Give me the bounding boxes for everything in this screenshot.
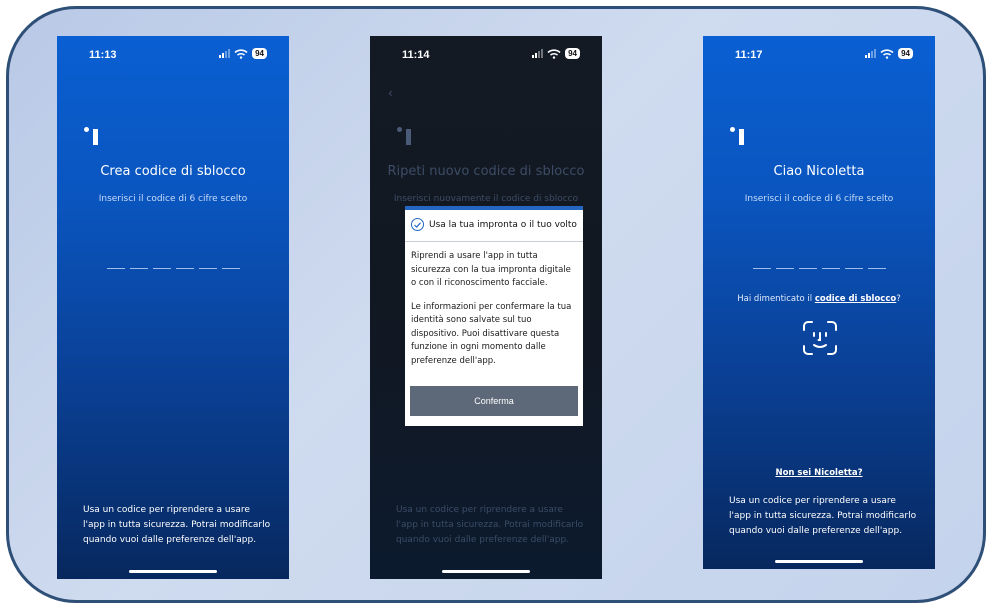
divider <box>405 241 583 242</box>
signal-icon <box>219 49 231 58</box>
page-title: Ciao Nicoletta <box>773 164 865 179</box>
modal-paragraph: Riprendi a usare l'app in tutta sicurezz… <box>411 251 571 288</box>
phone-screen-repeat-code: 11:14 94 ‹ Ripeti nuovo codice di sblocc… <box>370 36 602 579</box>
phone-screen-create-code: 11:13 94 Crea codice di sblocco Inserisc… <box>57 36 289 579</box>
pin-digit <box>752 268 771 269</box>
battery-icon: 94 <box>898 48 913 59</box>
wifi-icon <box>234 48 248 59</box>
biometric-modal: Usa la tua impronta o il tuo volto Ripre… <box>405 206 583 426</box>
pin-digit <box>152 268 171 269</box>
page-subtitle: Inserisci il codice di 6 cifre scelto <box>744 194 894 204</box>
pin-digit <box>798 268 817 269</box>
pin-digit <box>175 268 194 269</box>
info-text: Usa un codice per riprendere a usare l'a… <box>396 505 584 545</box>
status-icons: 94 <box>532 48 580 59</box>
status-bar: 11:17 94 <box>703 47 935 63</box>
not-you-link[interactable]: Non sei Nicoletta? <box>703 468 935 478</box>
modal-title: Usa la tua impronta o il tuo volto <box>429 219 577 230</box>
pin-digit <box>844 268 863 269</box>
confirm-button[interactable]: Conferma <box>410 386 578 416</box>
app-logo-icon <box>84 126 106 148</box>
page-title: Ripeti nuovo codice di sblocco <box>387 164 585 179</box>
battery-icon: 94 <box>252 48 267 59</box>
pin-digit <box>821 268 840 269</box>
pin-digit <box>129 268 148 269</box>
modal-paragraph: Le informazioni per confermare la tua id… <box>411 301 572 366</box>
pin-input[interactable] <box>57 268 289 269</box>
pin-digit <box>198 268 217 269</box>
home-indicator[interactable] <box>775 560 863 563</box>
status-time: 11:13 <box>89 49 117 61</box>
pin-digit <box>867 268 886 269</box>
app-logo-icon <box>397 126 419 148</box>
status-time: 11:17 <box>735 49 763 61</box>
app-logo-icon <box>730 126 752 148</box>
pin-digit <box>106 268 125 269</box>
back-chevron-icon[interactable]: ‹ <box>388 86 393 100</box>
wifi-icon <box>547 48 561 59</box>
signal-icon <box>532 49 544 58</box>
check-circle-icon <box>411 218 424 231</box>
forgot-suffix: ? <box>896 294 901 304</box>
status-time: 11:14 <box>402 49 430 61</box>
info-text: Usa un codice per riprendere a usare l'a… <box>83 505 271 545</box>
home-indicator[interactable] <box>129 570 217 573</box>
wifi-icon <box>880 48 894 59</box>
page-subtitle: Inserisci il codice di 6 cifre scelto <box>98 194 248 204</box>
status-bar: 11:14 94 <box>370 47 602 63</box>
home-indicator[interactable] <box>442 570 530 573</box>
forgot-code-link[interactable]: codice di sblocco <box>815 294 896 304</box>
info-text: Usa un codice per riprendere a usare l'a… <box>729 496 917 536</box>
status-bar: 11:13 94 <box>57 47 289 63</box>
face-id-icon[interactable] <box>800 318 840 358</box>
forgot-prefix: Hai dimenticato il <box>737 294 815 304</box>
phone-screen-welcome-back: 11:17 94 Ciao Nicoletta Inserisci il cod… <box>703 36 935 569</box>
modal-body: Riprendi a usare l'app in tutta sicurezz… <box>411 250 575 378</box>
modal-header: Usa la tua impronta o il tuo volto <box>411 218 577 231</box>
pin-input[interactable] <box>703 268 935 269</box>
pin-digit <box>221 268 240 269</box>
battery-icon: 94 <box>565 48 580 59</box>
status-icons: 94 <box>865 48 913 59</box>
pin-digit <box>775 268 794 269</box>
page-title: Crea codice di sblocco <box>100 164 246 179</box>
page-subtitle: Inserisci nuovamente il codice di sblocc… <box>393 194 579 204</box>
status-icons: 94 <box>219 48 267 59</box>
forgot-code-text: Hai dimenticato il codice di sblocco? <box>703 294 935 304</box>
signal-icon <box>865 49 877 58</box>
